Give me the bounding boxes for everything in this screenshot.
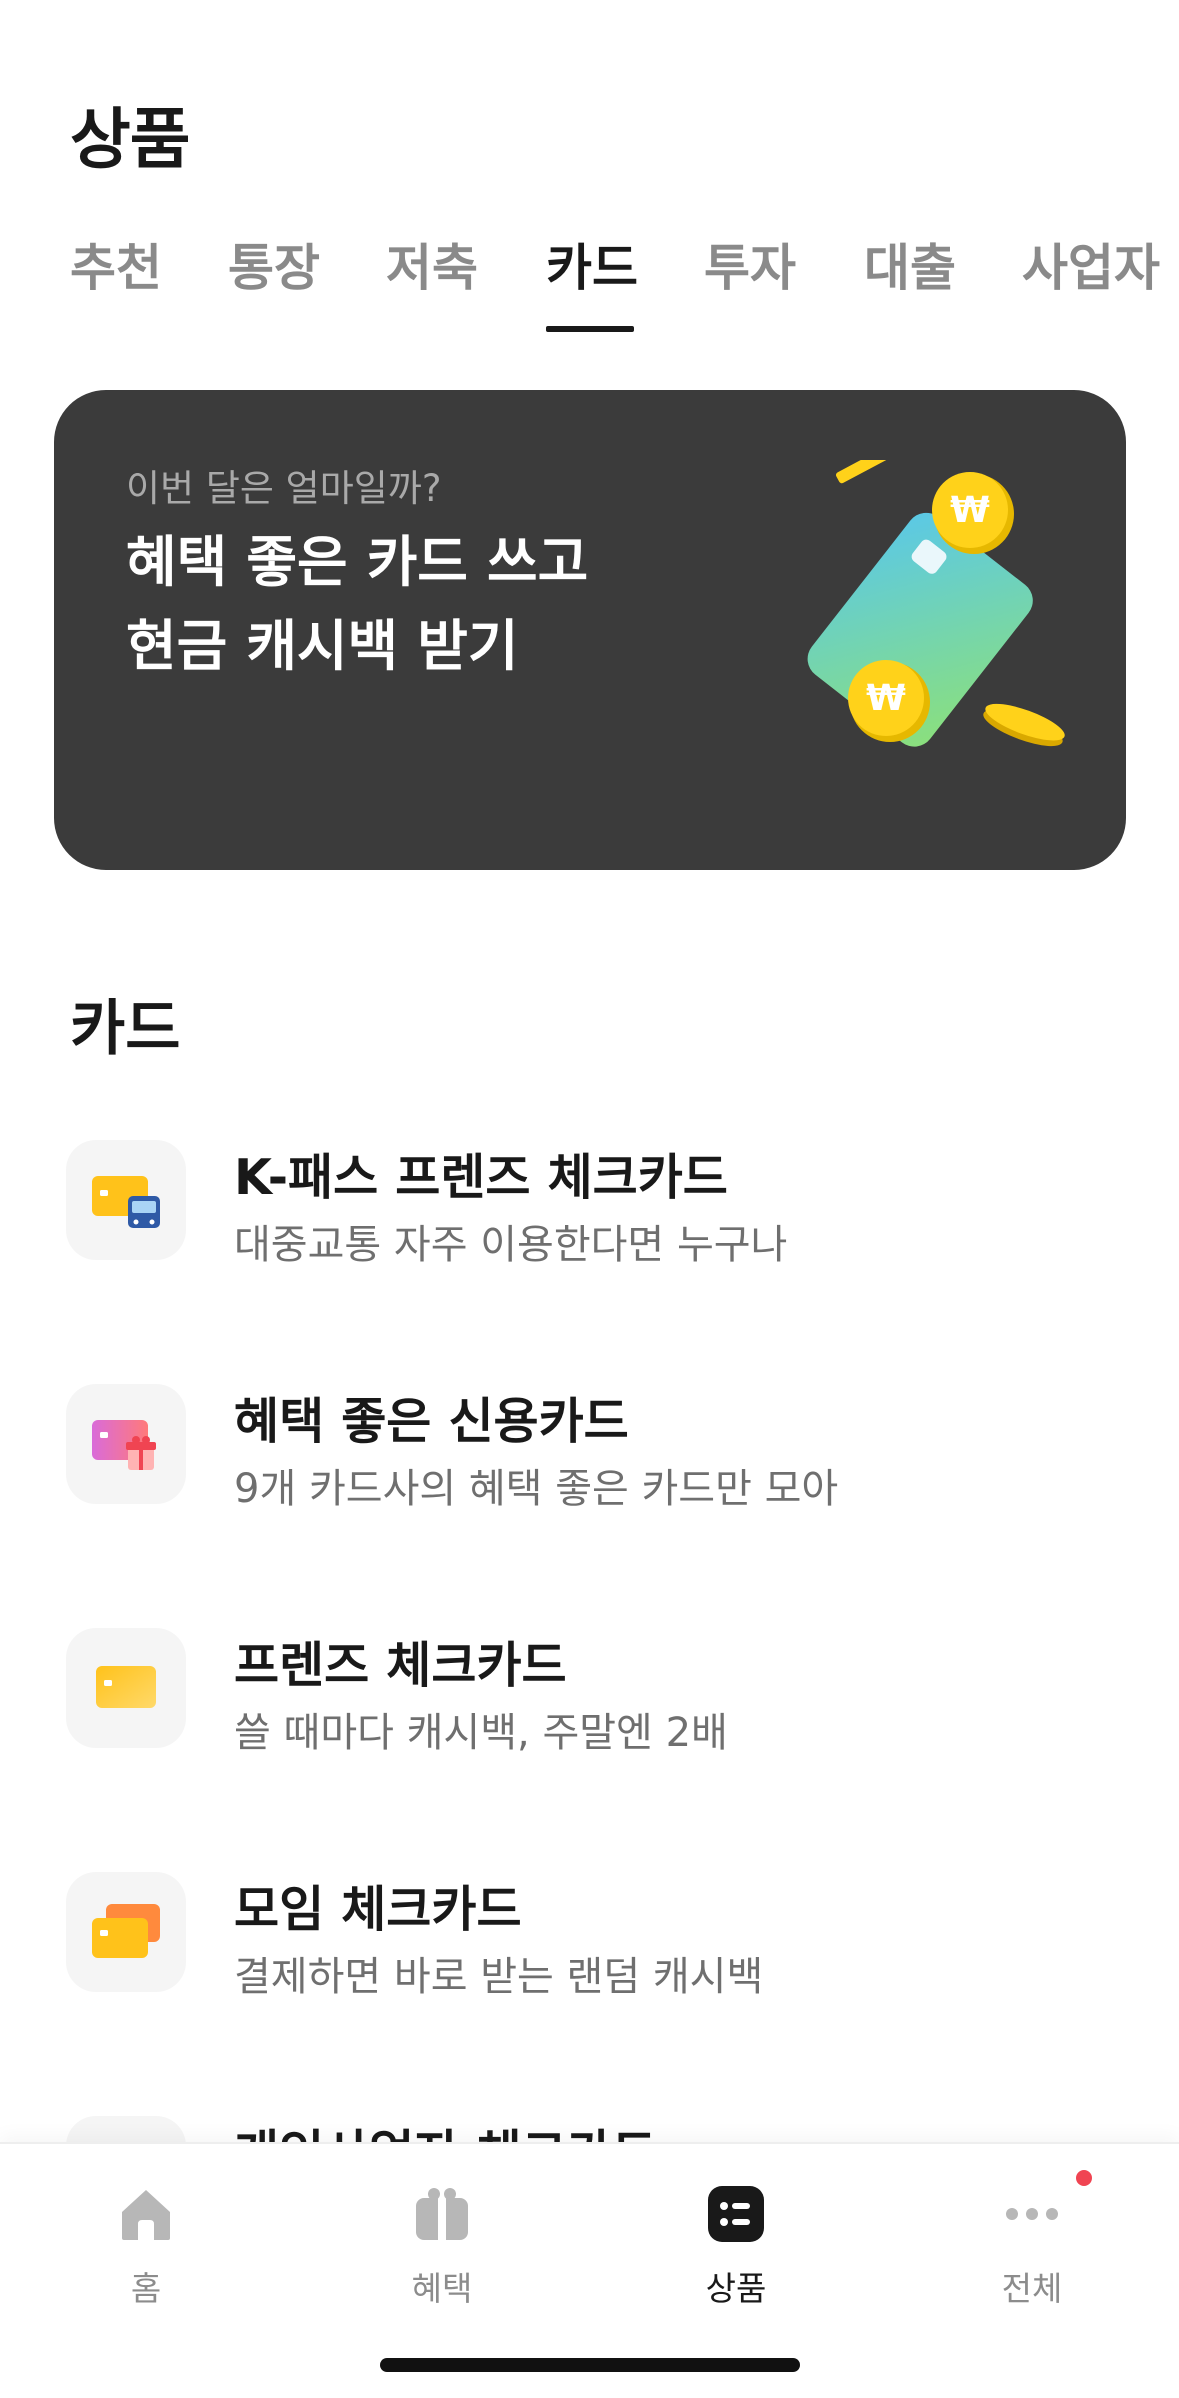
product-name: 프렌즈 체크카드 [234, 1637, 567, 1694]
stacked-cards-icon [66, 1872, 186, 1992]
nav-all[interactable]: 전체 [932, 2170, 1132, 2310]
nav-home[interactable]: 홈 [46, 2170, 246, 2310]
nav-label: 혜택 [411, 2269, 473, 2308]
tab-recommend[interactable]: 추천 [70, 228, 162, 300]
product-name: 모임 체크카드 [234, 1881, 522, 1938]
product-item-friends[interactable]: 프렌즈 체크카드 쓸 때마다 캐시백, 주말엔 2배 [0, 1620, 1179, 1820]
product-name: 혜택 좋은 신용카드 [234, 1393, 629, 1450]
product-desc: 대중교통 자주 이용한다면 누구나 [234, 1222, 788, 1268]
banner-title-line2: 현금 캐시백 받기 [126, 614, 519, 678]
card-coin-illustration: ₩ ₩ [774, 444, 1094, 780]
nav-label: 홈 [130, 2269, 162, 2308]
home-icon [122, 2190, 170, 2240]
product-item-credit[interactable]: 혜택 좋은 신용카드 9개 카드사의 혜택 좋은 카드만 모아 [0, 1376, 1179, 1576]
tab-savings[interactable]: 저축 [386, 228, 478, 300]
product-desc: 9개 카드사의 혜택 좋은 카드만 모아 [234, 1466, 839, 1512]
section-title: 카드 [70, 994, 181, 1064]
tab-invest[interactable]: 투자 [704, 228, 796, 300]
tab-business[interactable]: 사업자 [1022, 228, 1160, 300]
page-title: 상품 [70, 101, 190, 178]
more-icon [1006, 2208, 1058, 2220]
tab-card[interactable]: 카드 [546, 228, 638, 300]
gift-icon [416, 2188, 468, 2240]
svg-text:₩: ₩ [950, 490, 990, 531]
yellow-card-icon [66, 1628, 186, 1748]
nav-products[interactable]: 상품 [636, 2170, 836, 2310]
tab-account[interactable]: 통장 [228, 228, 320, 300]
active-tab-indicator [546, 326, 634, 332]
tab-loan[interactable]: 대출 [864, 228, 956, 300]
cashback-banner[interactable]: 이번 달은 얼마일까? 혜택 좋은 카드 쓰고 현금 캐시백 받기 ₩ ₩ [54, 390, 1126, 870]
card-bus-icon [66, 1140, 186, 1260]
product-item-kpass[interactable]: K-패스 프렌즈 체크카드 대중교통 자주 이용한다면 누구나 [0, 1132, 1179, 1332]
banner-title-line1: 혜택 좋은 카드 쓰고 [126, 530, 589, 594]
category-tabs: 추천 통장 저축 카드 투자 대출 사업자 [0, 228, 1179, 338]
notification-badge [1076, 2170, 1092, 2186]
product-item-group[interactable]: 모임 체크카드 결제하면 바로 받는 랜덤 캐시백 [0, 1864, 1179, 2064]
nav-label: 상품 [705, 2269, 767, 2308]
home-indicator [380, 2358, 800, 2372]
banner-eyebrow: 이번 달은 얼마일까? [126, 467, 442, 510]
products-icon [708, 2186, 764, 2242]
nav-benefits[interactable]: 혜택 [342, 2170, 542, 2310]
product-name: K-패스 프렌즈 체크카드 [234, 1149, 728, 1206]
card-gift-icon [66, 1384, 186, 1504]
product-desc: 결제하면 바로 받는 랜덤 캐시백 [234, 1954, 764, 2000]
nav-label: 전체 [1001, 2269, 1063, 2308]
product-desc: 쓸 때마다 캐시백, 주말엔 2배 [234, 1710, 728, 1756]
banner-title: 혜택 좋은 카드 쓰고 현금 캐시백 받기 [126, 520, 588, 688]
svg-text:₩: ₩ [866, 678, 906, 719]
